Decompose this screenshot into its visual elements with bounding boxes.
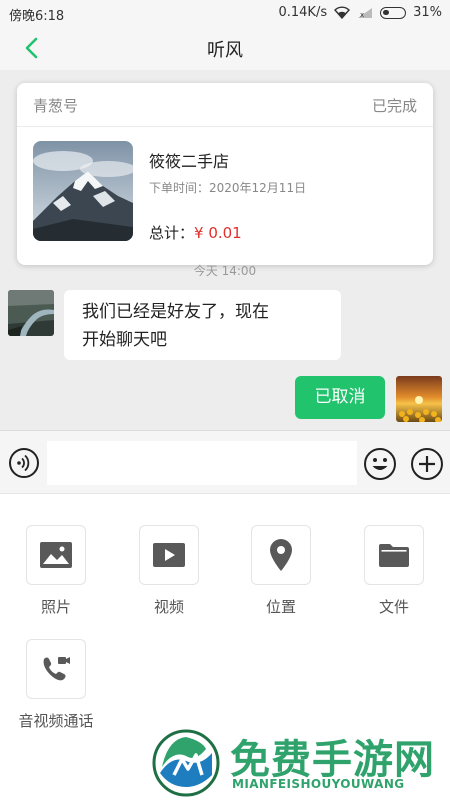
order-card-header: 青葱号 已完成 [17,83,433,127]
message-timestamp: 今天 14:00 [193,264,257,278]
mountain-image [33,141,133,241]
chat-area[interactable]: 青葱号 已完成 筱筱二手店 下单时间：2020年12月11日 总计：¥ 0.01… [0,70,450,430]
product-image[interactable] [33,141,133,241]
watermark-logo-icon [152,729,220,797]
tool-file-label: 文件 [378,598,409,616]
video-call-icon [43,657,70,681]
plus-icon[interactable] [410,447,444,481]
tool-video[interactable]: 视频 [124,525,214,617]
watermark-subtitle: MIANFEISHOUYOUWANG [232,777,405,791]
outgoing-message-bubble[interactable]: 已取消 [295,376,385,419]
tool-video-call-label: 音视频通话 [18,712,94,730]
location-icon [270,539,292,571]
order-card[interactable]: 青葱号 已完成 筱筱二手店 下单时间：2020年12月11日 总计：¥ 0.01 [17,83,433,265]
more-tools-panel: 照片 视频 位置 文件 音视频通话 免费手游网 MIANFEISHOUYOUWA… [0,494,450,800]
tool-file[interactable]: 文件 [349,525,439,617]
battery-icon [380,6,407,19]
order-time: 下单时间：2020年12月11日 [149,181,307,195]
video-icon [153,543,185,567]
tool-photo[interactable]: 照片 [11,525,101,617]
incoming-message-bubble[interactable]: 我们已经是好友了，现在 开始聊天吧 [64,290,341,360]
order-status: 已完成 [371,97,417,115]
status-right: 0.14K/s x 31% [278,5,442,20]
tool-photo-label: 照片 [40,598,71,616]
nav-bar: 听风 [0,26,450,70]
tool-location-button[interactable] [251,525,311,585]
battery-level: 31% [413,5,442,20]
sunflower-avatar-image [396,376,442,422]
incoming-message-line-2: 开始聊天吧 [82,330,167,350]
incoming-message-line-1: 我们已经是好友了，现在 [82,302,269,322]
tool-location[interactable]: 位置 [236,525,326,617]
status-bar: 傍晚6:18 0.14K/s x 31% [0,0,450,26]
tool-photo-button[interactable] [26,525,86,585]
input-bar [0,430,450,494]
folder-icon [379,544,409,567]
message-input[interactable] [47,441,357,485]
emoji-icon[interactable] [363,447,397,481]
friend-avatar[interactable] [8,290,54,336]
voice-icon[interactable] [8,447,40,479]
tool-video-call[interactable]: 音视频通话 [11,639,101,731]
svg-text:x: x [360,11,364,19]
shop-name: 筱筱二手店 [149,152,230,171]
my-avatar[interactable] [396,376,442,422]
landscape-avatar-image [8,290,54,336]
image-icon [40,542,72,568]
total-label: 总计： [149,224,195,242]
tool-location-label: 位置 [265,598,296,616]
site-watermark: 免费手游网 MIANFEISHOUYOUWANG [152,725,450,800]
signal-icon: x [358,7,373,19]
tool-video-button[interactable] [139,525,199,585]
wifi-icon [334,6,351,19]
network-speed: 0.14K/s [278,5,328,20]
page-title: 听风 [207,40,243,61]
store-label: 青葱号 [33,97,79,115]
status-time: 傍晚6:18 [9,9,65,24]
tool-video-label: 视频 [153,598,184,616]
order-total: 总计：¥ 0.01 [149,222,242,243]
tool-video-call-button[interactable] [26,639,86,699]
total-price: ¥ 0.01 [194,224,242,242]
tool-file-button[interactable] [364,525,424,585]
